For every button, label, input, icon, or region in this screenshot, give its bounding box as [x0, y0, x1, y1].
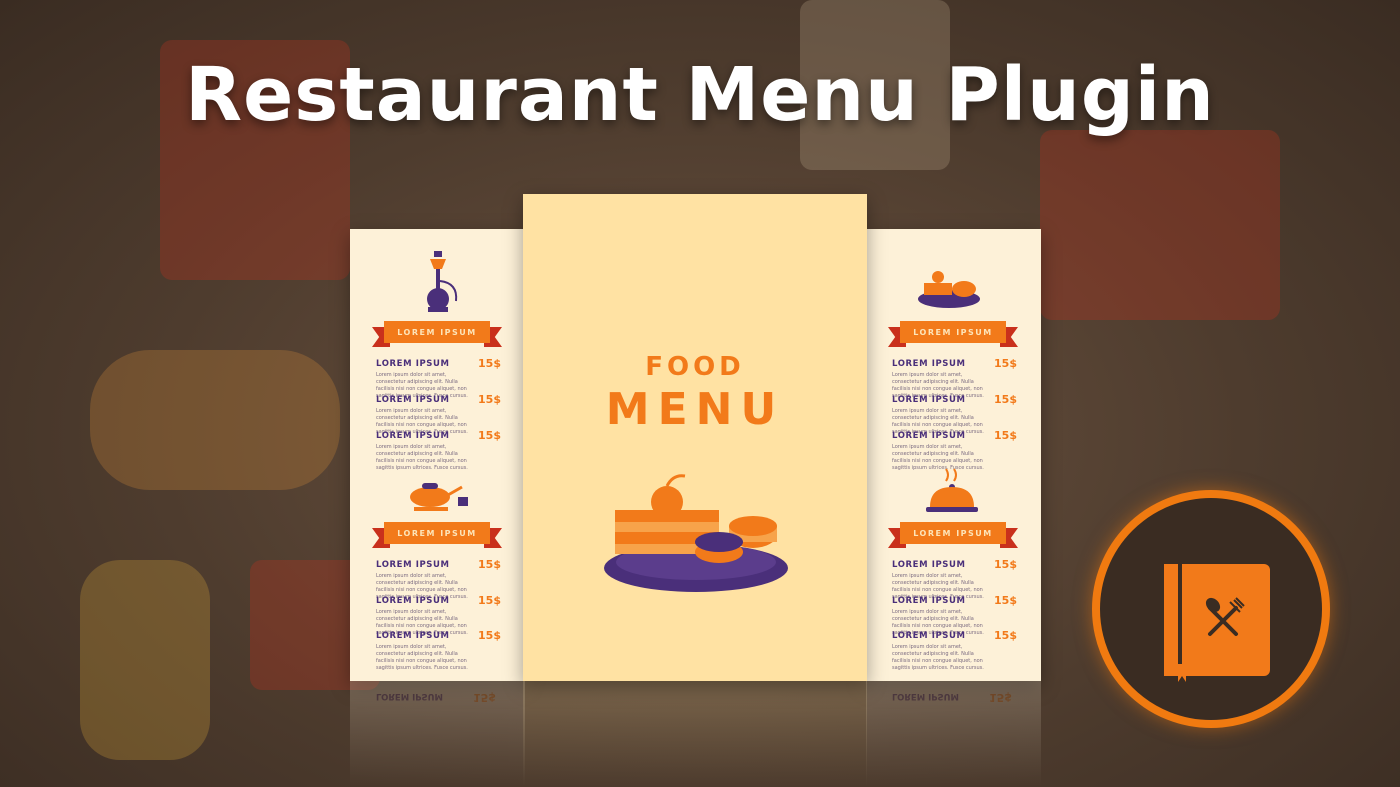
menu-item: LOREM IPSUM 15$ Lorem ipsum dolor sit amet… — [376, 429, 501, 471]
hookah-icon — [427, 251, 458, 312]
cloche-icon — [926, 468, 978, 512]
menu-panel-right: LOREM IPSUM LOREM IPSUM 15$ Lorem ipsum do… — [866, 229, 1041, 681]
menu-panel-left: LOREM IPSUM LOREM IPSUM 15$ Lorem ipsum do… — [350, 229, 525, 681]
menu-cover: FOOD MENU — [523, 194, 867, 681]
cover-menu: MENU — [605, 384, 785, 435]
cover-food: FOOD — [645, 352, 745, 382]
dessert-plate-icon — [918, 271, 980, 308]
tea-pot-icon — [410, 483, 468, 511]
menu-item: LOREM IPSUM 15$ Lorem ipsum dolor sit amet… — [376, 629, 501, 671]
reflection-right: LOREM IPSUM 15$ — [866, 681, 1041, 787]
bg-chicken-box — [1040, 130, 1280, 320]
menu-item: LOREM IPSUM 15$ Lorem ipsum dolor sit amet… — [892, 429, 1017, 471]
ribbon: LOREM IPSUM — [372, 321, 502, 347]
plugin-badge — [1092, 490, 1330, 728]
menu-book-icon — [1164, 564, 1270, 682]
bg-coins — [80, 560, 210, 760]
menu-item: LOREM IPSUM 15$ Lorem ipsum dolor sit amet… — [892, 629, 1017, 671]
ribbon: LOREM IPSUM — [372, 522, 502, 548]
page-title: Restaurant Menu Plugin — [185, 52, 1215, 138]
bg-pizza — [90, 350, 340, 490]
cake-plate-icon — [604, 474, 788, 592]
ribbon: LOREM IPSUM — [888, 321, 1018, 347]
ribbon: LOREM IPSUM — [888, 522, 1018, 548]
reflection-left: LOREM IPSUM 15$ — [350, 681, 525, 787]
reflection-center — [523, 681, 867, 787]
